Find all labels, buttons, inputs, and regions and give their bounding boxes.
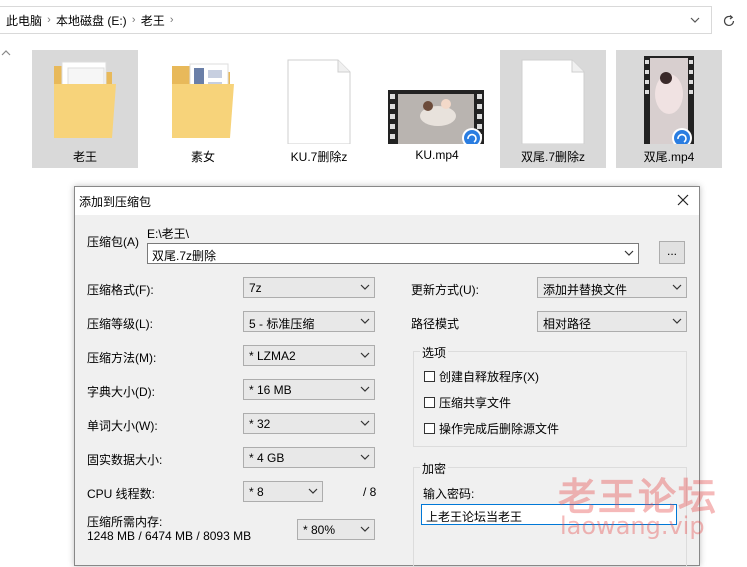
breadcrumb-this-pc[interactable]: 此电脑 [6, 12, 42, 29]
file-item-folder-sunv[interactable]: 素女 [150, 50, 256, 168]
file-name: KU.7删除z [290, 150, 348, 164]
word-label: 单词大小(W): [87, 419, 158, 433]
solid-value: * 4 GB [249, 451, 285, 465]
word-select[interactable]: * 32 [243, 413, 375, 434]
archive-name-value: 双尾.7z删除 [152, 249, 217, 263]
word-value: * 32 [249, 417, 271, 431]
chevron-down-icon [308, 488, 318, 494]
address-bar: 此电脑 › 本地磁盘 (E:) › 老王 › [0, 0, 747, 40]
checkbox-label: 压缩共享文件 [439, 396, 512, 410]
chevron-right-icon[interactable]: › [165, 14, 179, 26]
dict-value: * 16 MB [249, 383, 292, 397]
chevron-down-icon [672, 284, 682, 290]
file-name: KU.mp4 [415, 148, 459, 162]
file-item-folder-laowang[interactable]: 老王 [32, 50, 138, 168]
chevron-down-icon[interactable] [624, 249, 634, 257]
chevron-right-icon[interactable]: › [42, 14, 56, 26]
level-value: 5 - 标准压缩 [249, 317, 315, 331]
solid-select[interactable]: * 4 GB [243, 447, 375, 468]
archive-label: 压缩包(A) [87, 235, 139, 249]
file-item-ku-7z[interactable]: KU.7删除z [266, 50, 372, 168]
method-select[interactable]: * LZMA2 [243, 345, 375, 366]
memory-value: 1248 MB / 6474 MB / 8093 MB [87, 529, 252, 543]
video-thumbnail-icon [616, 54, 722, 148]
watermark-url: laowang.vip [560, 512, 705, 540]
path-mode-select[interactable]: 相对路径 [537, 311, 687, 332]
format-select[interactable]: 7z [243, 277, 375, 298]
dict-select[interactable]: * 16 MB [243, 379, 375, 400]
method-value: * LZMA2 [249, 349, 296, 363]
checkbox-box[interactable] [424, 423, 435, 434]
folder-icon [32, 54, 138, 144]
update-label: 更新方式(U): [411, 283, 479, 297]
refresh-icon[interactable] [717, 10, 741, 32]
threads-select[interactable]: * 8 [243, 481, 323, 502]
file-item-ku-mp4[interactable]: KU.mp4 [384, 50, 490, 168]
chevron-down-icon [360, 420, 370, 426]
close-icon[interactable] [675, 192, 691, 208]
threads-total: / 8 [363, 485, 377, 499]
memory-percent-select[interactable]: * 80% [297, 519, 375, 540]
chevron-down-icon [360, 352, 370, 358]
file-name: 老王 [72, 150, 97, 164]
video-thumbnail-icon [384, 54, 490, 148]
chevron-right-icon[interactable]: › [127, 14, 141, 26]
blank-file-icon [266, 54, 372, 145]
memory-percent-value: * 80% [303, 523, 336, 537]
chevron-down-icon [360, 386, 370, 392]
folder-icon [150, 54, 256, 144]
password-label: 输入密码: [423, 487, 475, 501]
breadcrumb-folder[interactable]: 老王 [141, 12, 165, 29]
level-select[interactable]: 5 - 标准压缩 [243, 311, 375, 332]
checkbox-box[interactable] [424, 397, 435, 408]
format-label: 压缩格式(F): [87, 283, 154, 297]
breadcrumb-drive-e[interactable]: 本地磁盘 (E:) [56, 12, 127, 29]
solid-label: 固实数据大小: [87, 453, 163, 467]
file-name: 双尾.mp4 [643, 150, 695, 164]
encryption-title: 加密 [420, 460, 449, 477]
archive-path: E:\老王\ [147, 227, 190, 241]
file-name: 素女 [190, 150, 215, 164]
threads-label: CPU 线程数: [87, 487, 156, 501]
options-group: 选项 创建自释放程序(X) 压缩共享文件 操作完成后删除源文件 [413, 344, 687, 447]
path-mode-label: 路径模式 [411, 317, 460, 331]
file-item-shuangwei-mp4[interactable]: 双尾.mp4 [616, 50, 722, 168]
archive-name-combo[interactable]: 双尾.7z删除 [147, 243, 639, 264]
dict-label: 字典大小(D): [87, 385, 155, 399]
checkbox-label: 操作完成后删除源文件 [439, 422, 560, 436]
password-value: 上老王论坛当老王 [426, 510, 523, 524]
chevron-down-icon [360, 318, 370, 324]
threads-value: * 8 [249, 485, 264, 499]
chevron-down-icon [360, 284, 370, 290]
file-name: 双尾.7删除z [520, 150, 585, 164]
level-label: 压缩等级(L): [87, 317, 154, 331]
browse-button[interactable]: ... [659, 241, 685, 264]
scroll-up-arrow-icon[interactable] [1, 46, 13, 58]
blank-file-icon [500, 54, 606, 145]
memory-label: 压缩所需内存: [87, 515, 163, 529]
format-value: 7z [249, 281, 262, 295]
checkbox-create-sfx[interactable]: 创建自释放程序(X) [424, 368, 539, 385]
chevron-down-icon [360, 454, 370, 460]
chevron-down-icon [360, 526, 370, 532]
chevron-down-icon[interactable] [687, 12, 703, 28]
checkbox-box[interactable] [424, 371, 435, 382]
method-label: 压缩方法(M): [87, 351, 157, 365]
options-title: 选项 [420, 344, 449, 361]
update-value: 添加并替换文件 [543, 283, 628, 297]
path-mode-value: 相对路径 [543, 317, 592, 331]
file-item-shuangwei-7z[interactable]: 双尾.7删除z [500, 50, 606, 168]
dialog-title: 添加到压缩包 [79, 195, 152, 209]
checkbox-shared-files[interactable]: 压缩共享文件 [424, 394, 511, 411]
update-select[interactable]: 添加并替换文件 [537, 277, 687, 298]
chevron-down-icon [672, 318, 682, 324]
address-box[interactable]: 此电脑 › 本地磁盘 (E:) › 老王 › [0, 6, 712, 34]
checkbox-label: 创建自释放程序(X) [439, 370, 539, 384]
checkbox-delete-after[interactable]: 操作完成后删除源文件 [424, 420, 559, 437]
